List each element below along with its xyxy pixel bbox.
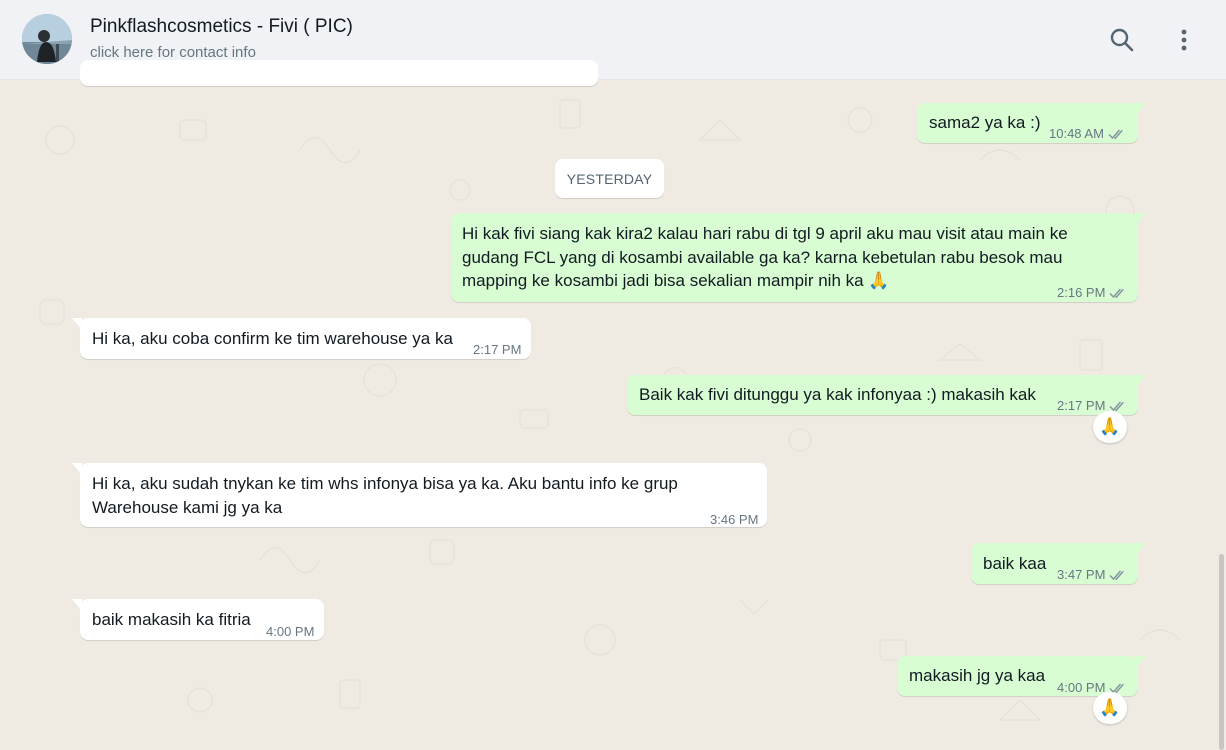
message-text: Baik kak fivi ditunggu ya kak infonyaa :… xyxy=(639,385,1036,404)
message-bubble-outgoing[interactable]: sama2 ya ka :) 10:48 AM xyxy=(917,103,1146,146)
menu-button[interactable] xyxy=(1166,22,1202,58)
message-bubble-incoming-partial[interactable] xyxy=(80,60,598,86)
reaction-badge[interactable]: 🙏 xyxy=(1093,692,1127,724)
message-text: sama2 ya ka :) xyxy=(929,113,1041,132)
message-text-line: gudang FCL yang di kosambi available ga … xyxy=(462,248,1063,267)
reaction-badge[interactable]: 🙏 xyxy=(1093,411,1127,443)
message-time: 4:00 PM xyxy=(266,624,315,639)
message-bubble-outgoing[interactable]: baik kaa 3:47 PM xyxy=(971,543,1146,587)
message-meta: 4:00 PM xyxy=(266,620,314,644)
message-time: 2:17 PM xyxy=(473,342,522,357)
message-text-line: Warehouse kami jg ya ka xyxy=(92,498,283,517)
message-time: 2:16 PM xyxy=(1057,285,1106,300)
message-text: makasih jg ya kaa xyxy=(909,666,1046,685)
chat-scrollbar[interactable] xyxy=(1219,554,1224,750)
double-check-icon xyxy=(1109,570,1125,581)
avatar-photo-icon xyxy=(22,14,72,64)
search-button[interactable] xyxy=(1104,22,1140,58)
message-bubble-incoming[interactable]: baik makasih ka fitria 4:00 PM xyxy=(72,599,324,640)
message-text: baik kaa xyxy=(983,554,1047,573)
contact-avatar[interactable] xyxy=(22,14,72,64)
double-check-icon xyxy=(1108,129,1123,140)
date-divider: YESTERDAY xyxy=(555,159,664,198)
message-bubble-outgoing[interactable]: makasih jg ya kaa 4:00 PM xyxy=(897,656,1146,696)
double-check-icon xyxy=(1109,288,1125,299)
kebab-menu-icon xyxy=(1181,29,1187,51)
message-text-line: Hi ka, aku sudah tnykan ke tim whs infon… xyxy=(92,474,678,493)
message-time: 3:47 PM xyxy=(1057,567,1106,582)
message-time: 10:48 AM xyxy=(1049,126,1104,141)
message-bubble-incoming[interactable]: Hi ka, aku sudah tnykan ke tim whs infon… xyxy=(72,463,767,527)
message-bubble-incoming[interactable]: Hi ka, aku coba confirm ke tim warehouse… xyxy=(72,318,531,362)
message-meta: 3:46 PM xyxy=(710,508,758,532)
message-text: Hi ka, aku coba confirm ke tim warehouse… xyxy=(92,329,453,348)
message-meta: 3:47 PM xyxy=(1057,563,1127,587)
message-bubble-outgoing[interactable]: Hi kak fivi siang kak kira2 kalau hari r… xyxy=(451,213,1146,305)
message-text-line: mapping ke kosambi jadi bisa sekalian ma… xyxy=(462,271,890,290)
contact-name[interactable]: Pinkflashcosmetics - Fivi ( PIC) xyxy=(90,16,353,38)
message-meta: 2:17 PM xyxy=(473,338,521,362)
message-text-line: Hi kak fivi siang kak kira2 kalau hari r… xyxy=(462,224,1068,243)
search-icon xyxy=(1110,28,1134,52)
message-meta: 10:48 AM xyxy=(1049,122,1126,146)
chat-window: Pinkflashcosmetics - Fivi ( PIC) click h… xyxy=(0,0,1226,750)
message-text: baik makasih ka fitria xyxy=(92,610,251,629)
message-meta: 2:16 PM xyxy=(1057,281,1127,305)
message-bubble-outgoing[interactable]: Baik kak fivi ditunggu ya kak infonyaa :… xyxy=(627,375,1146,415)
contact-info-link[interactable]: click here for contact info xyxy=(90,44,256,61)
message-time: 3:46 PM xyxy=(710,512,759,527)
